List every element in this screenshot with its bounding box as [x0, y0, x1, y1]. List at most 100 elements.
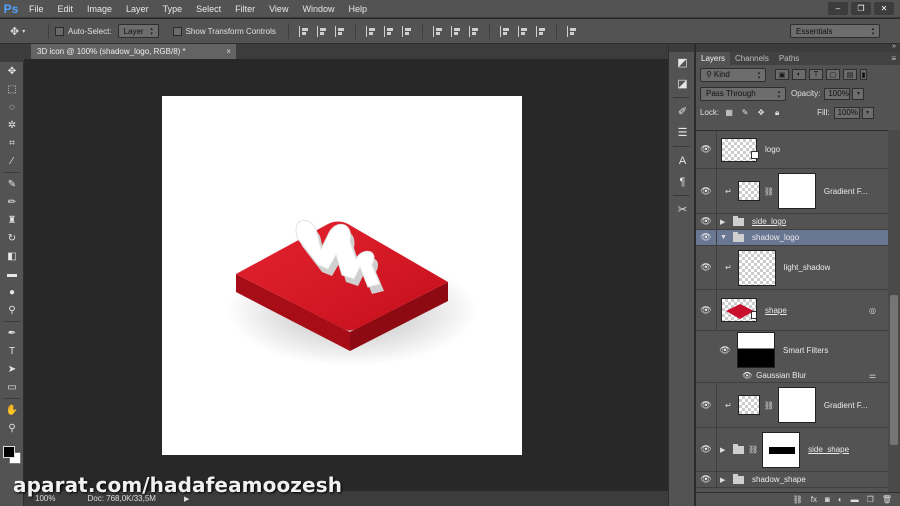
tab-layers[interactable]: Layers — [696, 52, 731, 65]
paragraph-panel-icon[interactable]: ¶ — [669, 171, 696, 192]
dodge-icon[interactable]: ⚲ — [0, 301, 24, 319]
eyedropper-icon[interactable]: ⁄ — [0, 152, 24, 170]
filter-kind-dropdown[interactable]: ⚲ Kind — [700, 67, 766, 82]
adjustments-panel-icon[interactable]: ☰ — [669, 122, 696, 143]
pen-icon[interactable]: ✒ — [0, 324, 24, 342]
restore-button[interactable]: ❐ — [851, 2, 871, 15]
hand-icon[interactable]: ✋ — [0, 401, 24, 419]
smart-filter-icon[interactable]: ◎ — [869, 306, 876, 315]
visibility-eye-icon[interactable]: 👁︎ — [696, 131, 717, 168]
auto-select-checkbox[interactable] — [55, 26, 64, 36]
layer-row-shape[interactable]: 👁︎ shape ◎ — [696, 290, 888, 331]
magic-wand-icon[interactable]: ✲ — [0, 116, 24, 134]
close-button[interactable]: ✕ — [874, 2, 894, 15]
layer-name-side-shape[interactable]: side_shape — [808, 445, 849, 454]
menu-window[interactable]: Window — [295, 0, 341, 18]
layer-row-side-logo[interactable]: 👁︎ ▶ side_logo — [696, 214, 888, 230]
link-icon[interactable]: ⛓ — [764, 401, 774, 410]
distribute-top-icon[interactable] — [432, 25, 443, 37]
filter-type-icon[interactable]: T — [809, 69, 823, 80]
layer-row-side-shape[interactable]: 👁︎ ▶ ⛓ side_shape — [696, 428, 888, 472]
color-swatches[interactable] — [3, 446, 21, 464]
layer-row-light-shadow[interactable]: 👁︎ ↵ light_shadow — [696, 246, 888, 290]
layer-row-shadow-shape[interactable]: 👁︎ ▶ shadow_shape — [696, 472, 888, 488]
smart-filters-row[interactable]: 👁︎ Smart Filters — [696, 331, 888, 369]
filter-shape-icon[interactable]: ▢ — [826, 69, 840, 80]
visibility-eye-icon[interactable]: 👁︎ — [696, 428, 717, 471]
clone-stamp-icon[interactable]: ♜ — [0, 211, 24, 229]
visibility-eye-icon[interactable]: 👁︎ — [696, 169, 717, 213]
transform-controls-checkbox[interactable] — [172, 26, 182, 36]
history-brush-icon[interactable]: ↻ — [0, 229, 24, 247]
lock-all-icon[interactable]: 🔒︎ — [771, 108, 783, 118]
expand-arrow-icon[interactable]: ▶ — [720, 218, 730, 226]
move-icon[interactable]: ✥ — [0, 62, 24, 80]
visibility-eye-icon[interactable]: 👁︎ — [742, 371, 752, 380]
filter-options-icon[interactable]: ⚌ — [869, 371, 876, 380]
lock-transparent-icon[interactable]: ▦ — [723, 108, 735, 118]
menu-view[interactable]: View — [262, 0, 295, 18]
link-icon[interactable]: ⛓ — [748, 445, 758, 454]
layer-row-shadow-logo[interactable]: 👁︎ ▼ shadow_logo — [696, 230, 888, 246]
visibility-eye-icon[interactable]: 👁︎ — [696, 290, 717, 330]
path-select-icon[interactable]: ➤ — [0, 360, 24, 378]
fill-slider-button[interactable]: ▾ — [861, 106, 874, 119]
zoom-icon[interactable]: ⚲ — [0, 419, 24, 437]
distribute-vcenter-icon[interactable] — [450, 25, 461, 37]
fill-input[interactable]: 100% — [833, 106, 860, 119]
gradient-icon[interactable]: ▬ — [0, 265, 24, 283]
canvas-area[interactable] — [24, 59, 668, 491]
auto-align-icon[interactable] — [566, 25, 577, 37]
document-canvas[interactable] — [162, 96, 522, 455]
expand-arrow-icon[interactable]: ▶ — [720, 446, 730, 454]
crop-icon[interactable]: ⌗ — [0, 134, 24, 152]
menu-help[interactable]: Help — [341, 0, 374, 18]
lock-position-icon[interactable]: ✥ — [755, 108, 767, 118]
visibility-eye-icon[interactable]: 👁︎ — [696, 246, 717, 289]
shape-icon[interactable]: ▭ — [0, 378, 24, 396]
layer-name-shadow-logo[interactable]: shadow_logo — [752, 233, 799, 242]
align-right-icon[interactable] — [401, 25, 412, 37]
align-top-icon[interactable] — [298, 25, 309, 37]
visibility-eye-icon[interactable]: 👁︎ — [696, 214, 717, 229]
eraser-icon[interactable]: ◧ — [0, 247, 24, 265]
workspace-dropdown[interactable]: Essentials — [790, 24, 880, 38]
document-tab[interactable]: 3D icon @ 100% (shadow_logo, RGB/8) * × — [31, 44, 236, 59]
layer-row-gradient-fill-1[interactable]: 👁︎ ↵ ⛓ Gradient F... — [696, 169, 888, 214]
group-icon[interactable]: ▬ — [851, 495, 859, 504]
foreground-color-swatch[interactable] — [3, 446, 15, 458]
distribute-hcenter-icon[interactable] — [517, 25, 528, 37]
trash-icon[interactable]: 🗑︎ — [882, 495, 892, 504]
layer-name-side-logo[interactable]: side_logo — [752, 217, 786, 226]
gaussian-blur-row[interactable]: 👁︎ Gaussian Blur ⚌ — [696, 369, 888, 383]
distribute-bottom-icon[interactable] — [468, 25, 479, 37]
layer-name-shadow-shape[interactable]: shadow_shape — [752, 475, 806, 484]
layer-name-logo[interactable]: logo — [765, 145, 780, 154]
blur-icon[interactable]: ● — [0, 283, 24, 301]
close-icon[interactable]: × — [226, 47, 231, 56]
marquee-icon[interactable]: ⬚ — [0, 80, 24, 98]
filter-name-gaussian-blur[interactable]: Gaussian Blur — [756, 371, 806, 380]
opacity-input[interactable]: 100% — [824, 87, 851, 100]
adjustment-icon[interactable]: ◐ — [838, 495, 843, 504]
menu-select[interactable]: Select — [189, 0, 228, 18]
brush-icon[interactable]: ✏ — [0, 193, 24, 211]
brush-panel-icon[interactable]: ✐ — [669, 101, 696, 122]
tab-channels[interactable]: Channels — [730, 52, 774, 65]
tab-paths[interactable]: Paths — [774, 52, 804, 65]
layer-name-gradient-fill-1[interactable]: Gradient F... — [824, 187, 868, 196]
panel-menu-icon[interactable]: ≡ — [891, 52, 896, 65]
visibility-eye-icon[interactable]: 👁︎ — [696, 472, 717, 487]
type-icon[interactable]: T — [0, 342, 24, 360]
expand-arrow-icon[interactable]: ▶ — [720, 476, 730, 484]
properties-panel-icon[interactable]: ◪ — [669, 73, 696, 94]
align-left-icon[interactable] — [365, 25, 376, 37]
tools-panel-icon[interactable]: ✂ — [669, 199, 696, 220]
distribute-left-icon[interactable] — [499, 25, 510, 37]
layer-row-logo[interactable]: 👁︎ logo — [696, 131, 888, 169]
align-hcenter-icon[interactable] — [383, 25, 394, 37]
filter-pixel-icon[interactable]: ▣ — [775, 69, 789, 80]
layer-name-gradient-fill-2[interactable]: Gradient F... — [824, 401, 868, 410]
visibility-eye-icon[interactable]: 👁︎ — [696, 230, 717, 245]
healing-brush-icon[interactable]: ✎ — [0, 175, 24, 193]
